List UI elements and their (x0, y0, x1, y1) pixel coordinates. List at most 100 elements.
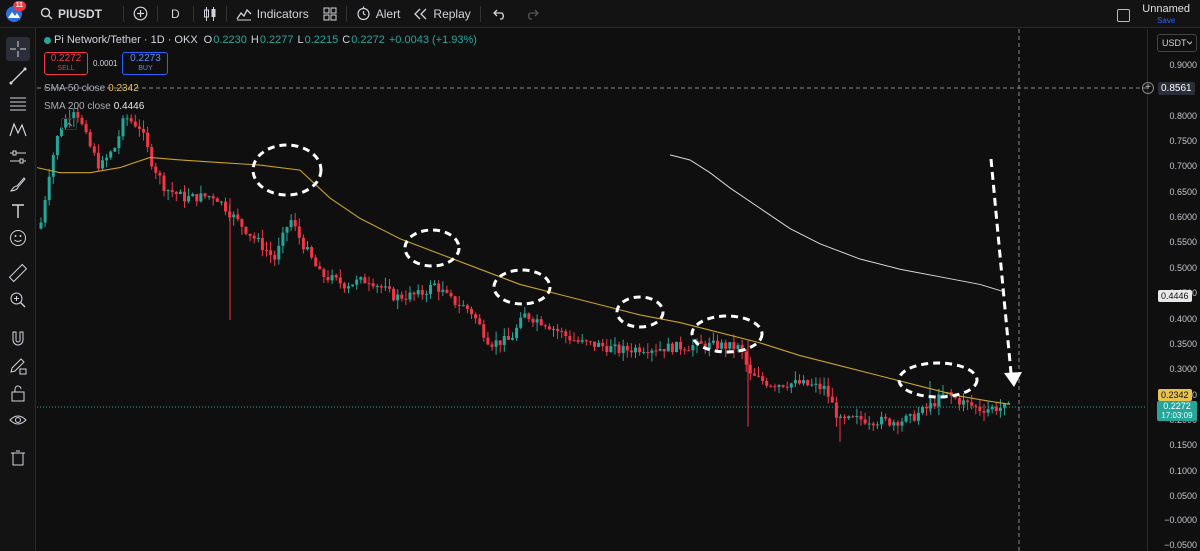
candle-body (822, 385, 826, 390)
lock-drawings-tool[interactable] (6, 381, 30, 405)
candle-body (888, 418, 892, 426)
candle-body (580, 340, 584, 342)
candle-body (789, 383, 793, 388)
trend-line-icon (9, 67, 27, 85)
candle-body (150, 146, 154, 167)
candle-body (798, 380, 801, 384)
buy-button[interactable]: 0.2273 BUY (122, 52, 169, 75)
candle-body (260, 237, 264, 251)
symbol-search[interactable]: PIUSDT (28, 0, 109, 28)
candle-body (875, 424, 879, 426)
candle-body (236, 214, 240, 220)
candle-body (474, 314, 478, 319)
alert-button[interactable]: Alert (349, 0, 408, 28)
candle-body (347, 286, 350, 289)
candle-body (232, 214, 236, 218)
candle-body (326, 276, 330, 281)
candle-body (506, 336, 510, 340)
candle-body (117, 136, 121, 149)
pattern-tool[interactable] (6, 118, 30, 142)
candle-body (142, 128, 145, 133)
price-tick-label: 0.0500 (1169, 491, 1197, 501)
save-link[interactable]: Save (1157, 15, 1175, 27)
candle-body (490, 344, 494, 347)
currency-selector[interactable]: USDT (1157, 34, 1197, 52)
sell-button[interactable]: 0.2272 SELL (44, 52, 88, 75)
emoji-tool[interactable] (6, 226, 30, 250)
price-tick-label: 0.1500 (1169, 440, 1197, 450)
candle-body (826, 385, 830, 397)
price-chart[interactable] (37, 29, 1147, 551)
candle-body (625, 345, 629, 351)
candle-body (39, 222, 43, 229)
candle-body (531, 318, 535, 323)
candle-body (642, 352, 646, 354)
symbol-name: PIUSDT (58, 6, 103, 21)
compare-add-symbol-button[interactable] (126, 0, 155, 28)
highlight-ellipse-4[interactable] (615, 295, 665, 329)
sma200-legend[interactable]: SMA 200 close 0.4446 (44, 101, 144, 112)
highlight-ellipse-3[interactable] (492, 268, 552, 306)
templates-button[interactable] (316, 0, 344, 28)
undo-button[interactable] (483, 0, 517, 28)
brush-tool[interactable] (6, 172, 30, 196)
candle-body (494, 340, 498, 347)
candle-body (732, 342, 736, 350)
layout-save-area[interactable]: Unnamed Save (1117, 3, 1190, 27)
candle-body (445, 289, 449, 293)
candle-body (43, 200, 47, 223)
candle-body (125, 118, 129, 120)
low-label: L (297, 34, 304, 46)
candle-body (101, 160, 104, 169)
measure-tool[interactable] (6, 261, 30, 285)
zoom-tool[interactable] (6, 288, 30, 312)
highlight-ellipse-6[interactable] (897, 361, 979, 399)
candle-body (576, 340, 580, 342)
text-tool[interactable] (6, 199, 30, 223)
collapse-legend-button[interactable] (61, 118, 77, 130)
candle-body (424, 294, 428, 296)
fib-tool[interactable] (6, 91, 30, 115)
trend-line-tool[interactable] (6, 64, 30, 88)
candle-body (121, 118, 125, 137)
replay-button[interactable]: Replay (407, 0, 477, 28)
candle-body (392, 288, 396, 301)
arrow-shaft[interactable] (989, 158, 1013, 374)
highlight-ellipse-1[interactable] (251, 143, 323, 197)
interval-button[interactable]: D (160, 0, 191, 28)
symbol-legend: Pi Network/Tether · 1D · OKX O 0.2230 H 0.… (44, 34, 481, 46)
magnet-tool[interactable] (6, 327, 30, 351)
candle-body (154, 166, 158, 173)
candle-body (884, 416, 888, 419)
candle-body (650, 350, 654, 353)
price-tick-label: −0.0000 (1164, 515, 1197, 525)
hide-drawings-tool[interactable] (6, 408, 30, 432)
price-tick-label: −0.0500 (1164, 540, 1197, 550)
candle-body (256, 237, 260, 239)
fullscreen-icon[interactable] (1117, 8, 1131, 22)
pencil-lock-icon (10, 358, 27, 375)
zoom-in-icon (10, 292, 26, 308)
symbol-title[interactable]: Pi Network/Tether · 1D · OKX (54, 34, 198, 46)
candle-body (371, 283, 375, 287)
change-value: +0.0043 (+1.93%) (388, 34, 477, 46)
candle-body (318, 266, 322, 270)
chart-type-button[interactable] (196, 0, 224, 28)
remove-drawings-tool[interactable] (6, 446, 30, 470)
indicators-button[interactable]: Indicators (229, 0, 316, 28)
layout-name[interactable]: Unnamed Save (1142, 3, 1190, 27)
candle-body (133, 121, 137, 127)
add-alert-icon[interactable]: + (1142, 82, 1154, 94)
drawing-mode-tool[interactable] (6, 354, 30, 378)
indicators-icon (236, 8, 252, 20)
redo-button[interactable] (517, 0, 547, 28)
prediction-tool[interactable] (6, 145, 30, 169)
candle-body (859, 415, 863, 420)
sma50-legend[interactable]: SMA 50 close 0.2342 (44, 83, 139, 94)
user-avatar-menu[interactable]: 11 (0, 0, 28, 28)
candle-body (916, 412, 920, 421)
highlight-ellipse-2[interactable] (403, 228, 461, 268)
candle-body (457, 304, 461, 306)
crosshair-tool[interactable] (6, 37, 30, 61)
candle-body (363, 277, 367, 284)
